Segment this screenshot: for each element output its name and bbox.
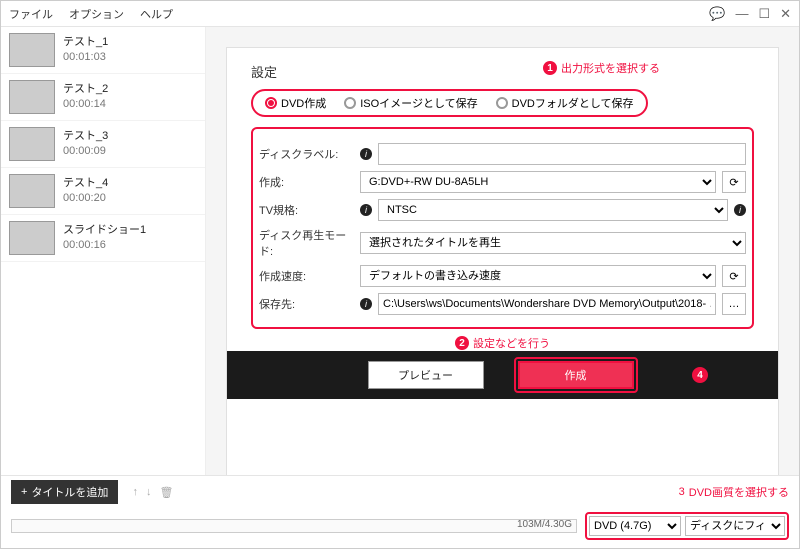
radio-iso[interactable]: ISOイメージとして保存 bbox=[344, 95, 477, 111]
radio-label: ISOイメージとして保存 bbox=[360, 95, 477, 111]
thumbnail bbox=[9, 221, 55, 255]
radio-icon bbox=[496, 97, 508, 109]
refresh-button[interactable]: ⟳ bbox=[722, 171, 746, 193]
browse-icon: … bbox=[729, 298, 740, 310]
drive-select[interactable]: G:DVD+-RW DU-8A5LH bbox=[360, 171, 716, 193]
capacity-text: 103M/4.30G bbox=[517, 519, 572, 530]
field-label: 作成: bbox=[259, 174, 354, 190]
media-size-select[interactable]: DVD (4.7G) bbox=[589, 516, 681, 536]
move-down-icon[interactable]: ↓ bbox=[146, 486, 152, 499]
content-area: テスト_100:01:03 テスト_200:00:14 テスト_300:00:0… bbox=[1, 27, 799, 492]
radio-icon bbox=[265, 97, 277, 109]
maximize-icon[interactable]: ☐ bbox=[758, 7, 770, 20]
info-icon[interactable]: i bbox=[360, 204, 372, 216]
radio-label: DVDフォルダとして保存 bbox=[512, 95, 634, 111]
capacity-bar: 103M/4.30G bbox=[11, 519, 577, 533]
item-duration: 00:01:03 bbox=[63, 50, 108, 65]
menu-option[interactable]: オプション bbox=[69, 6, 124, 22]
item-title: テスト_2 bbox=[63, 82, 108, 97]
callout-number-4: 4 bbox=[692, 367, 708, 383]
radio-icon bbox=[344, 97, 356, 109]
dest-input[interactable] bbox=[378, 293, 716, 315]
row-playmode: ディスク再生モード: 選択されたタイトルを再生 bbox=[259, 227, 746, 259]
list-item[interactable]: スライドショー100:00:16 bbox=[1, 215, 205, 262]
speed-select[interactable]: デフォルトの書き込み速度 bbox=[360, 265, 716, 287]
radio-label: DVD作成 bbox=[281, 95, 326, 111]
callout-text: 設定などを行う bbox=[473, 335, 550, 351]
refresh-button[interactable]: ⟳ bbox=[722, 265, 746, 287]
move-up-icon[interactable]: ↑ bbox=[132, 486, 138, 499]
callout-text: 出力形式を選択する bbox=[561, 60, 660, 76]
callout-text: DVD画質を選択する bbox=[689, 484, 789, 500]
refresh-icon: ⟳ bbox=[729, 270, 738, 283]
callout-2: 2 設定などを行う bbox=[251, 335, 754, 351]
callout-number: 1 bbox=[543, 61, 557, 75]
info-icon[interactable]: i bbox=[734, 204, 746, 216]
add-title-button[interactable]: +タイトルを追加 bbox=[11, 480, 118, 504]
item-duration: 00:00:20 bbox=[63, 191, 108, 206]
title-list: テスト_100:01:03 テスト_200:00:14 テスト_300:00:0… bbox=[1, 27, 206, 492]
menu-help[interactable]: ヘルプ bbox=[140, 6, 173, 22]
tvstd-select[interactable]: NTSC bbox=[378, 199, 728, 221]
row-speed: 作成速度: デフォルトの書き込み速度 ⟳ bbox=[259, 265, 746, 287]
footer: +タイトルを追加 ↑ ↓ 🗑 3 DVD画質を選択する 103M/4.30G DV… bbox=[1, 475, 799, 548]
close-icon[interactable]: ✕ bbox=[780, 7, 791, 20]
info-icon[interactable]: i bbox=[360, 148, 372, 160]
row-disc-label: ディスクラベル: i bbox=[259, 143, 746, 165]
field-label: ディスクラベル: bbox=[259, 146, 354, 162]
action-bar: プレビュー 作成 4 bbox=[227, 351, 778, 399]
menu-file[interactable]: ファイル bbox=[9, 6, 53, 22]
minimize-icon[interactable]: — bbox=[735, 7, 748, 20]
list-item[interactable]: テスト_400:00:20 bbox=[1, 168, 205, 215]
callout-number: 3 bbox=[679, 486, 685, 498]
browse-button[interactable]: … bbox=[722, 293, 746, 315]
delete-icon[interactable]: 🗑 bbox=[159, 486, 173, 499]
settings-group: ディスクラベル: i 作成: G:DVD+-RW DU-8A5LH ⟳ TV規格… bbox=[251, 127, 754, 329]
info-icon[interactable]: i bbox=[360, 298, 372, 310]
output-format-group: DVD作成 ISOイメージとして保存 DVDフォルダとして保存 bbox=[251, 89, 648, 117]
item-title: テスト_1 bbox=[63, 35, 108, 50]
disc-label-input[interactable] bbox=[378, 143, 746, 165]
row-tvstd: TV規格: i NTSC i bbox=[259, 199, 746, 221]
plus-icon: + bbox=[21, 486, 27, 498]
field-label: 保存先: bbox=[259, 296, 354, 312]
list-item[interactable]: テスト_200:00:14 bbox=[1, 74, 205, 121]
feedback-icon[interactable]: 💬 bbox=[709, 7, 725, 20]
item-title: テスト_4 bbox=[63, 176, 108, 191]
radio-folder[interactable]: DVDフォルダとして保存 bbox=[496, 95, 634, 111]
refresh-icon: ⟳ bbox=[729, 176, 738, 189]
thumbnail bbox=[9, 80, 55, 114]
item-duration: 00:00:16 bbox=[63, 238, 146, 253]
item-title: テスト_3 bbox=[63, 129, 108, 144]
settings-panel: 設定 1 出力形式を選択する DVD作成 ISOイメージとして保存 DVDフォルダ… bbox=[226, 47, 779, 492]
item-duration: 00:00:14 bbox=[63, 97, 108, 112]
thumbnail bbox=[9, 127, 55, 161]
panel-heading: 設定 bbox=[251, 62, 754, 81]
preview-button[interactable]: プレビュー bbox=[368, 361, 484, 389]
thumbnail bbox=[9, 174, 55, 208]
item-duration: 00:00:09 bbox=[63, 144, 108, 159]
field-label: TV規格: bbox=[259, 202, 354, 218]
callout-number: 2 bbox=[455, 336, 469, 350]
thumbnail bbox=[9, 33, 55, 67]
menubar: ファイル オプション ヘルプ 💬 — ☐ ✕ bbox=[1, 1, 799, 27]
row-drive: 作成: G:DVD+-RW DU-8A5LH ⟳ bbox=[259, 171, 746, 193]
item-title: スライドショー1 bbox=[63, 223, 146, 238]
quality-group: DVD (4.7G) ディスクにフィット bbox=[585, 512, 789, 540]
field-label: ディスク再生モード: bbox=[259, 227, 354, 259]
create-button[interactable]: 作成 bbox=[518, 361, 634, 389]
create-button-highlight: 作成 bbox=[514, 357, 638, 393]
list-item[interactable]: テスト_300:00:09 bbox=[1, 121, 205, 168]
row-dest: 保存先: i … bbox=[259, 293, 746, 315]
quality-select[interactable]: ディスクにフィット bbox=[685, 516, 785, 536]
field-label: 作成速度: bbox=[259, 268, 354, 284]
playmode-select[interactable]: 選択されたタイトルを再生 bbox=[360, 232, 746, 254]
radio-dvd[interactable]: DVD作成 bbox=[265, 95, 326, 111]
main-panel: 設定 1 出力形式を選択する DVD作成 ISOイメージとして保存 DVDフォルダ… bbox=[206, 27, 799, 492]
callout-3: 3 DVD画質を選択する bbox=[679, 484, 789, 500]
window-controls: 💬 — ☐ ✕ bbox=[709, 7, 791, 20]
order-controls: ↑ ↓ 🗑 bbox=[132, 486, 173, 499]
callout-1: 1 出力形式を選択する bbox=[543, 60, 660, 76]
list-item[interactable]: テスト_100:01:03 bbox=[1, 27, 205, 74]
